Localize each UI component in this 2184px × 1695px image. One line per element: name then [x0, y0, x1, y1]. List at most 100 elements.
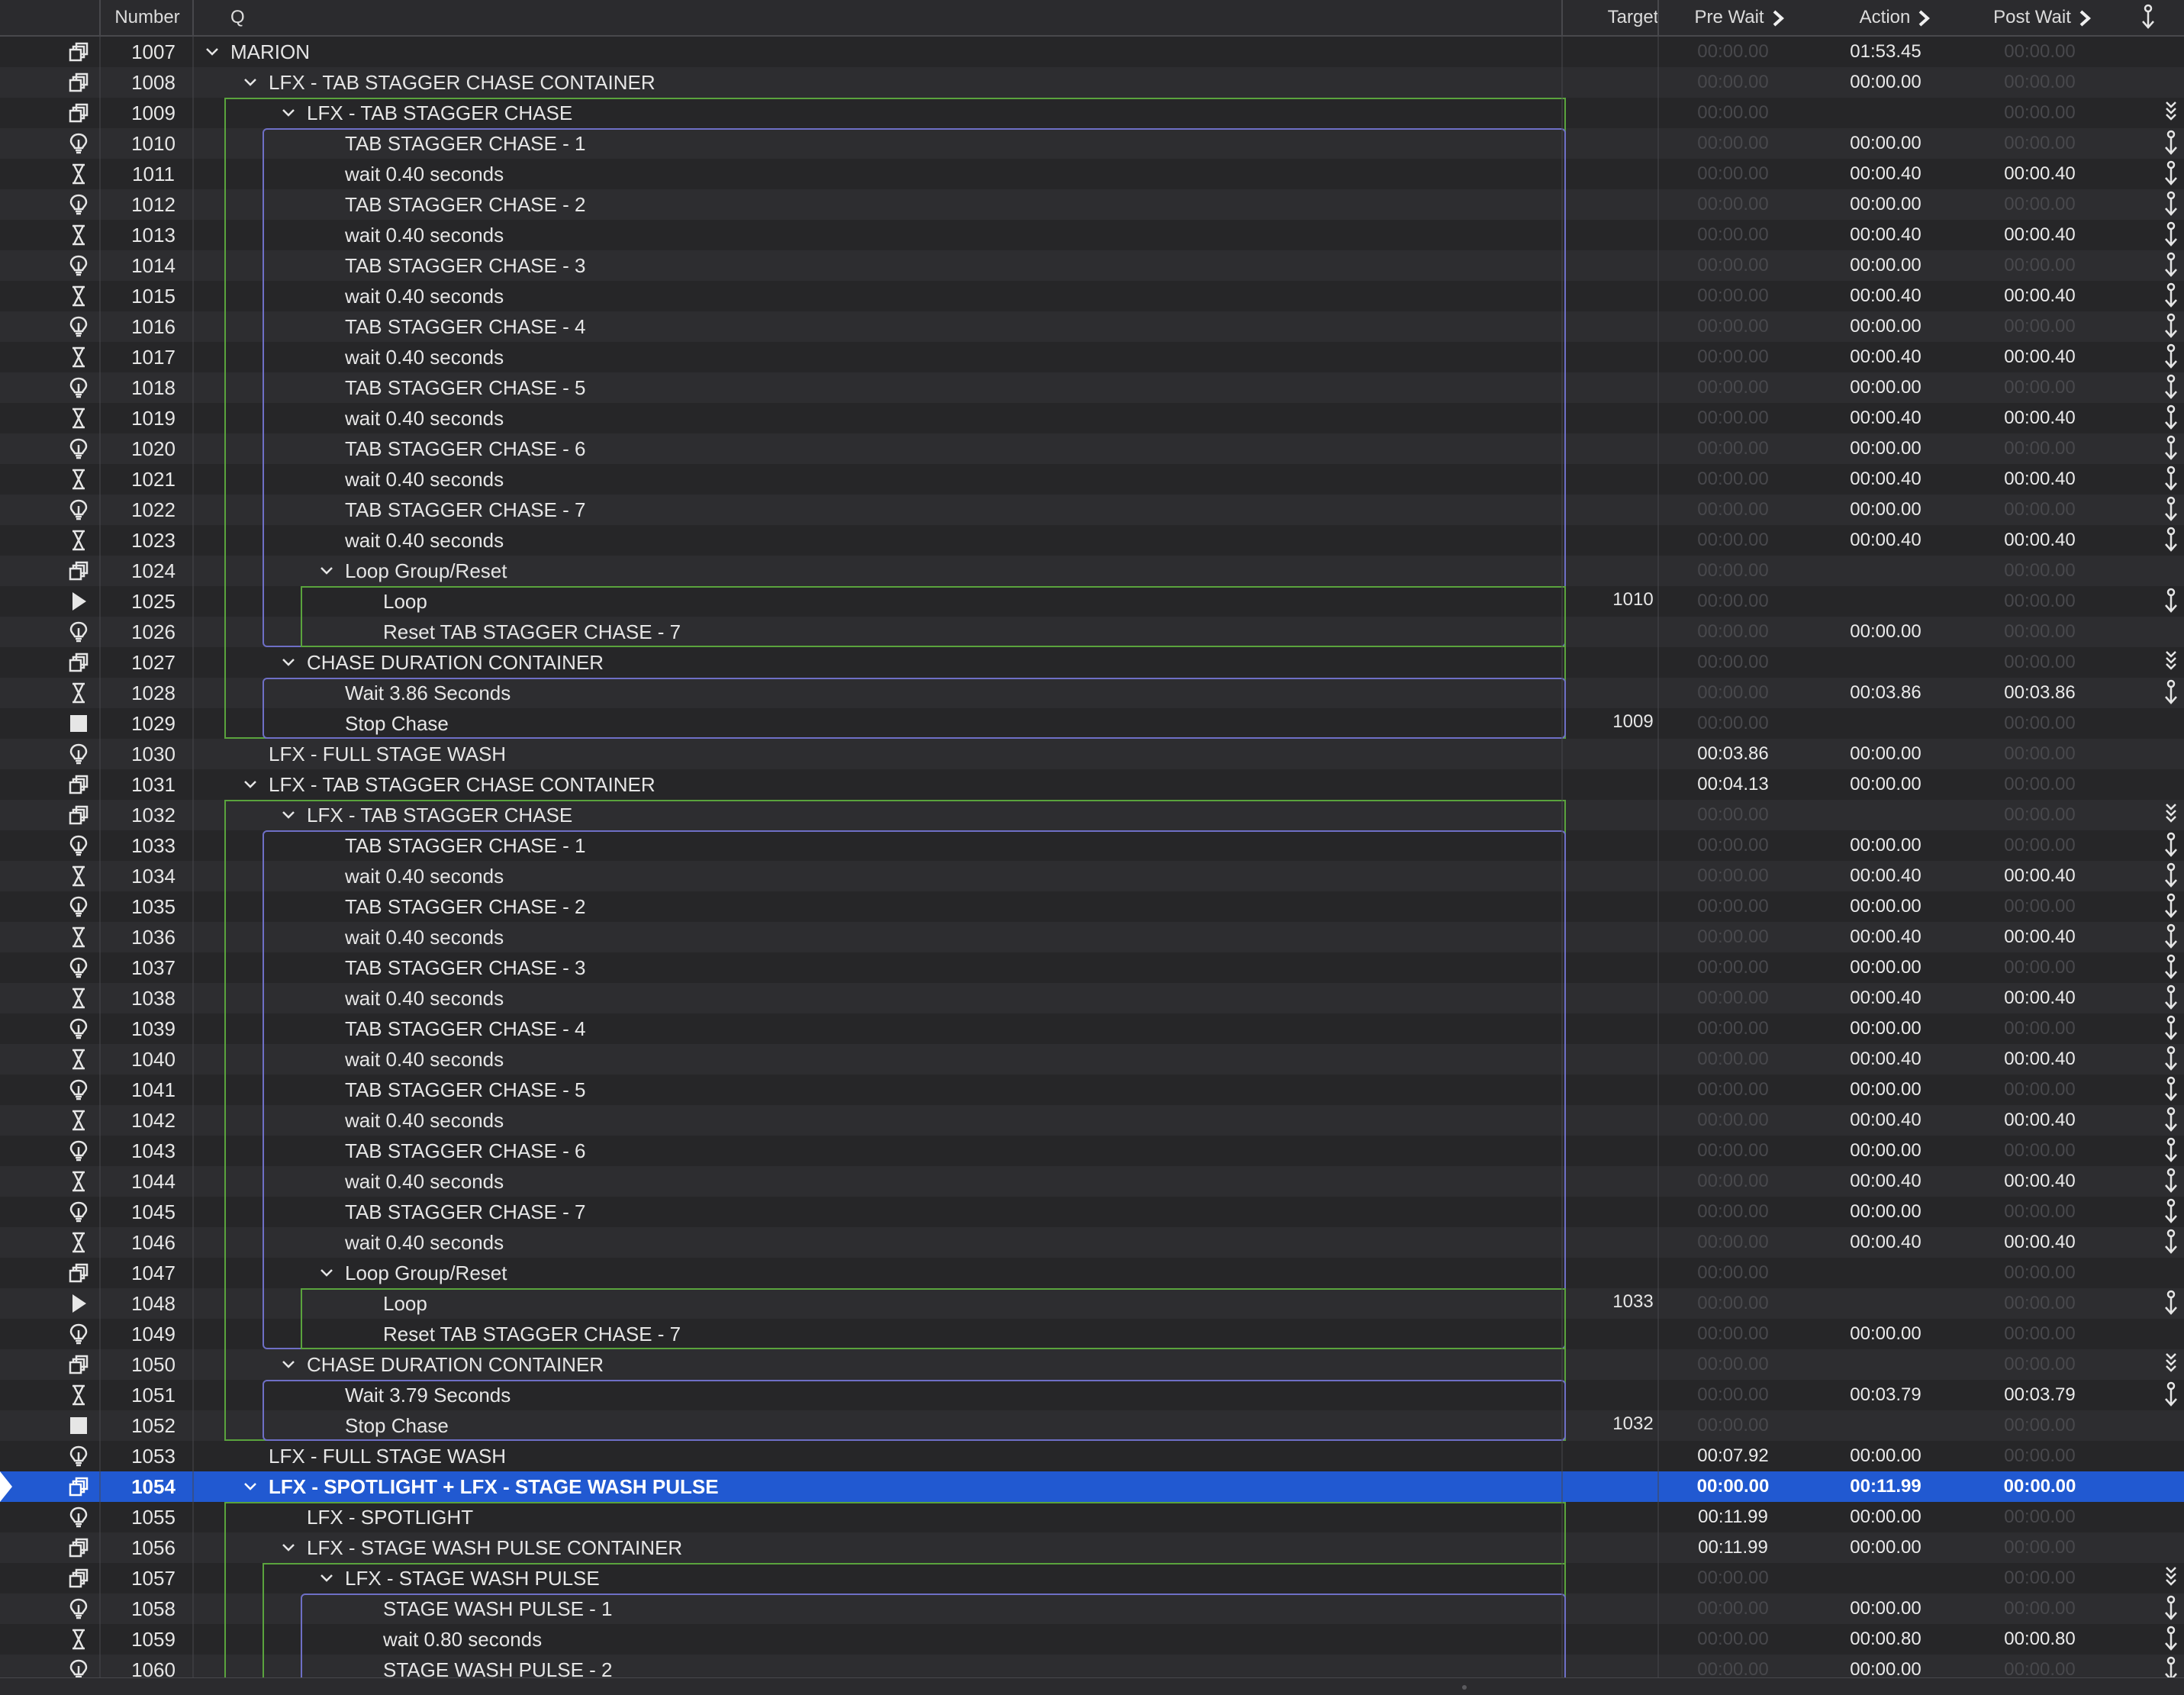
- cue-row[interactable]: 1057 LFX - STAGE WASH PULSE 00:00.00 00:00.…: [0, 1563, 2184, 1593]
- post-wait-time[interactable]: 00:00.00: [1963, 67, 2116, 98]
- pre-wait-time[interactable]: 00:00.00: [1657, 800, 1809, 830]
- action-time[interactable]: 00:00.00: [1809, 311, 1962, 342]
- action-time[interactable]: 00:00.40: [1809, 922, 1962, 952]
- cue-row[interactable]: 1036 wait 0.40 seconds 00:00.00 00:00.40 00:…: [0, 922, 2184, 952]
- pre-wait-time[interactable]: 00:00.00: [1657, 1227, 1809, 1258]
- auto-continue-icon[interactable]: [2158, 1015, 2184, 1042]
- action-time[interactable]: 00:00.40: [1809, 983, 1962, 1013]
- pre-wait-time[interactable]: 00:00.00: [1657, 861, 1809, 891]
- chevron-down-icon[interactable]: [243, 777, 258, 792]
- cue-row[interactable]: 1042 wait 0.40 seconds 00:00.00 00:00.40 00:…: [0, 1105, 2184, 1136]
- post-wait-time[interactable]: 00:00.00: [1963, 1136, 2116, 1166]
- post-wait-time[interactable]: 00:00.00: [1963, 1441, 2116, 1471]
- pre-wait-time[interactable]: 00:00.00: [1657, 159, 1809, 189]
- action-time[interactable]: 00:03.86: [1809, 678, 1962, 708]
- pre-wait-time[interactable]: 00:00.00: [1657, 98, 1809, 128]
- cue-row[interactable]: 1038 wait 0.40 seconds 00:00.00 00:00.40 00:…: [0, 983, 2184, 1013]
- action-time[interactable]: 00:00.00: [1809, 1441, 1962, 1471]
- pre-wait-time[interactable]: 00:00.00: [1657, 342, 1809, 372]
- pre-wait-time[interactable]: 00:07.92: [1657, 1441, 1809, 1471]
- auto-continue-icon[interactable]: [2158, 1290, 2184, 1317]
- auto-continue-icon[interactable]: [2158, 496, 2184, 524]
- pre-wait-time[interactable]: 00:00.00: [1657, 281, 1809, 311]
- action-time[interactable]: 00:00.40: [1809, 403, 1962, 433]
- cue-row[interactable]: 1015 wait 0.40 seconds 00:00.00 00:00.40 00:…: [0, 281, 2184, 311]
- post-wait-time[interactable]: 00:03.79: [1963, 1380, 2116, 1410]
- q-column-header[interactable]: Q: [230, 0, 245, 35]
- auto-continue-icon[interactable]: [2158, 1595, 2184, 1622]
- pre-wait-time[interactable]: 00:00.00: [1657, 1258, 1809, 1288]
- pre-wait-time[interactable]: 00:00.00: [1657, 1075, 1809, 1105]
- action-time[interactable]: 00:00.40: [1809, 1105, 1962, 1136]
- auto-follow-icon[interactable]: [2158, 649, 2184, 676]
- resize-handle[interactable]: [1462, 1685, 1467, 1690]
- auto-continue-icon[interactable]: [2158, 832, 2184, 859]
- pre-wait-time[interactable]: 00:00.00: [1657, 1166, 1809, 1197]
- post-wait-time[interactable]: 00:00.40: [1963, 159, 2116, 189]
- cue-row[interactable]: 1059 wait 0.80 seconds 00:00.00 00:00.80 00:…: [0, 1624, 2184, 1655]
- action-time[interactable]: 00:00.40: [1809, 342, 1962, 372]
- cue-row[interactable]: 1056 LFX - STAGE WASH PULSE CONTAINER 00:1…: [0, 1532, 2184, 1563]
- chevron-right-icon[interactable]: [2079, 10, 2091, 27]
- post-wait-time[interactable]: 00:00.00: [1963, 1258, 2116, 1288]
- cue-row[interactable]: 1047 Loop Group/Reset 00:00.00 00:00.00: [0, 1258, 2184, 1288]
- auto-continue-icon[interactable]: [2158, 1626, 2184, 1653]
- post-wait-time[interactable]: 00:00.00: [1963, 250, 2116, 281]
- pre-wait-time[interactable]: 00:00.00: [1657, 128, 1809, 159]
- cue-row[interactable]: 1039 TAB STAGGER CHASE - 4 00:00.00 00:00.0…: [0, 1013, 2184, 1044]
- auto-continue-icon[interactable]: [2158, 679, 2184, 707]
- cue-row[interactable]: 1044 wait 0.40 seconds 00:00.00 00:00.40 00:…: [0, 1166, 2184, 1197]
- auto-continue-icon[interactable]: [2158, 191, 2184, 218]
- action-time[interactable]: 00:00.00: [1809, 769, 1962, 800]
- post-wait-time[interactable]: 00:03.86: [1963, 678, 2116, 708]
- cue-row[interactable]: 1052 Stop Chase 1032 00:00.00 00:00.00: [0, 1410, 2184, 1441]
- post-wait-time[interactable]: 00:00.40: [1963, 342, 2116, 372]
- auto-continue-icon[interactable]: [2158, 404, 2184, 432]
- pre-wait-time[interactable]: 00:11.99: [1657, 1502, 1809, 1532]
- auto-continue-icon[interactable]: [2158, 282, 2184, 310]
- action-time[interactable]: 00:00.40: [1809, 220, 1962, 250]
- pre-wait-time[interactable]: 00:00.00: [1657, 250, 1809, 281]
- pre-wait-time[interactable]: 00:00.00: [1657, 1593, 1809, 1624]
- cue-row[interactable]: 1009 LFX - TAB STAGGER CHASE 00:00.00 00:00…: [0, 98, 2184, 128]
- cue-row[interactable]: 1011 wait 0.40 seconds 00:00.00 00:00.40 00:…: [0, 159, 2184, 189]
- auto-continue-icon[interactable]: [2158, 923, 2184, 951]
- cue-row[interactable]: 1024 Loop Group/Reset 00:00.00 00:00.00: [0, 556, 2184, 586]
- pre-wait-time[interactable]: 00:00.00: [1657, 37, 1809, 67]
- post-wait-time[interactable]: 00:00.00: [1963, 769, 2116, 800]
- pre-wait-time[interactable]: 00:00.00: [1657, 1197, 1809, 1227]
- cue-row[interactable]: 1053 LFX - FULL STAGE WASH 00:07.92 00:00.0…: [0, 1441, 2184, 1471]
- post-wait-time[interactable]: 00:00.40: [1963, 1166, 2116, 1197]
- action-time[interactable]: 00:00.00: [1809, 250, 1962, 281]
- auto-continue-icon[interactable]: [2158, 313, 2184, 340]
- pre-wait-time[interactable]: 00:00.00: [1657, 1563, 1809, 1593]
- pre-wait-time[interactable]: 00:11.99: [1657, 1532, 1809, 1563]
- post-wait-column-header[interactable]: Post Wait: [1984, 0, 2100, 35]
- auto-follow-icon[interactable]: [2158, 801, 2184, 829]
- post-wait-time[interactable]: 00:00.00: [1963, 1532, 2116, 1563]
- action-time[interactable]: 00:00.00: [1809, 1593, 1962, 1624]
- post-wait-time[interactable]: 00:00.00: [1963, 739, 2116, 769]
- pre-wait-time[interactable]: 00:00.00: [1657, 708, 1809, 739]
- action-time[interactable]: 00:00.00: [1809, 1013, 1962, 1044]
- post-wait-time[interactable]: 00:00.00: [1963, 1197, 2116, 1227]
- pre-wait-time[interactable]: 00:00.00: [1657, 556, 1809, 586]
- post-wait-time[interactable]: 00:00.00: [1963, 647, 2116, 678]
- target-column-header[interactable]: Target: [1572, 0, 1694, 35]
- post-wait-time[interactable]: 00:00.40: [1963, 983, 2116, 1013]
- post-wait-time[interactable]: 00:00.00: [1963, 1013, 2116, 1044]
- action-time[interactable]: 00:00.00: [1809, 495, 1962, 525]
- post-wait-time[interactable]: 00:00.00: [1963, 891, 2116, 922]
- pre-wait-time[interactable]: 00:00.00: [1657, 617, 1809, 647]
- cue-row[interactable]: 1054 LFX - SPOTLIGHT + LFX - STAGE WASH P…: [0, 1471, 2184, 1502]
- action-time[interactable]: 00:00.00: [1809, 891, 1962, 922]
- post-wait-time[interactable]: 00:00.00: [1963, 189, 2116, 220]
- post-wait-time[interactable]: 00:00.00: [1963, 617, 2116, 647]
- post-wait-time[interactable]: 00:00.00: [1963, 1563, 2116, 1593]
- chevron-down-icon[interactable]: [205, 44, 220, 60]
- action-column-header[interactable]: Action: [1845, 0, 1944, 35]
- auto-continue-icon[interactable]: [2158, 466, 2184, 493]
- auto-continue-icon[interactable]: [2158, 374, 2184, 401]
- cue-row[interactable]: 1008 LFX - TAB STAGGER CHASE CONTAINER 00:…: [0, 67, 2184, 98]
- number-column-header[interactable]: Number: [99, 0, 195, 35]
